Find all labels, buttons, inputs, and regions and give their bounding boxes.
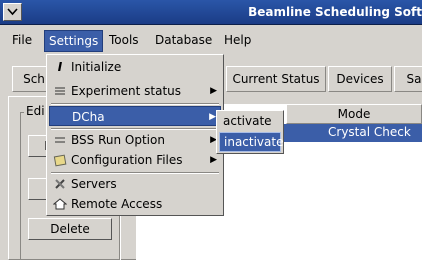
window-title: Beamline Scheduling Soft	[248, 5, 422, 19]
tab-current-status[interactable]: Current Status	[226, 66, 326, 92]
menu-separator	[51, 103, 219, 105]
menu-item-dcha[interactable]: DCha ▶	[49, 106, 221, 126]
window-menu-button[interactable]	[3, 3, 22, 21]
menu-help[interactable]: Help	[220, 30, 255, 52]
title-bar: Beamline Scheduling Soft	[0, 0, 422, 25]
menu-item-inactivate[interactable]: inactivate	[219, 132, 283, 152]
initialize-icon: I	[57, 60, 63, 74]
menu-item-experiment-status[interactable]: Experiment status ▶	[49, 81, 221, 101]
folder-icon	[53, 153, 67, 167]
menu-item-configuration-files[interactable]: Configuration Files ▶	[49, 150, 221, 170]
settings-menu: I Initialize Experiment status ▶ DCha ▶ …	[46, 54, 224, 216]
mode-cell: Crystal Check	[328, 125, 411, 139]
menu-bar: File Settings Tools Database Help	[0, 25, 422, 53]
home-icon	[52, 197, 68, 211]
list-icon	[53, 84, 67, 98]
submenu-arrow-icon: ▶	[209, 112, 216, 122]
menu-file[interactable]: File	[8, 30, 36, 52]
tools-icon	[53, 177, 67, 191]
menu-settings[interactable]: Settings	[44, 30, 104, 52]
edit-group-title: Edi	[24, 104, 47, 118]
tab-samples[interactable]: Sa	[394, 66, 422, 92]
menu-tools[interactable]: Tools	[105, 30, 143, 52]
run-icon	[53, 133, 67, 147]
menu-item-bss-run-option[interactable]: BSS Run Option ▶	[49, 130, 221, 150]
menu-item-activate[interactable]: activate	[219, 112, 281, 132]
chevron-down-icon	[7, 8, 18, 16]
tab-devices[interactable]: Devices	[328, 66, 392, 92]
dcha-submenu: activate inactivate	[216, 110, 284, 154]
mode-column-header[interactable]: Mode	[286, 104, 422, 124]
menu-item-remote-access[interactable]: Remote Access	[49, 194, 221, 214]
menu-item-servers[interactable]: Servers	[49, 174, 221, 194]
delete-button[interactable]: Delete	[28, 218, 112, 240]
submenu-arrow-icon: ▶	[210, 86, 217, 96]
menu-item-initialize[interactable]: I Initialize	[49, 57, 221, 77]
menu-database[interactable]: Database	[151, 30, 216, 52]
